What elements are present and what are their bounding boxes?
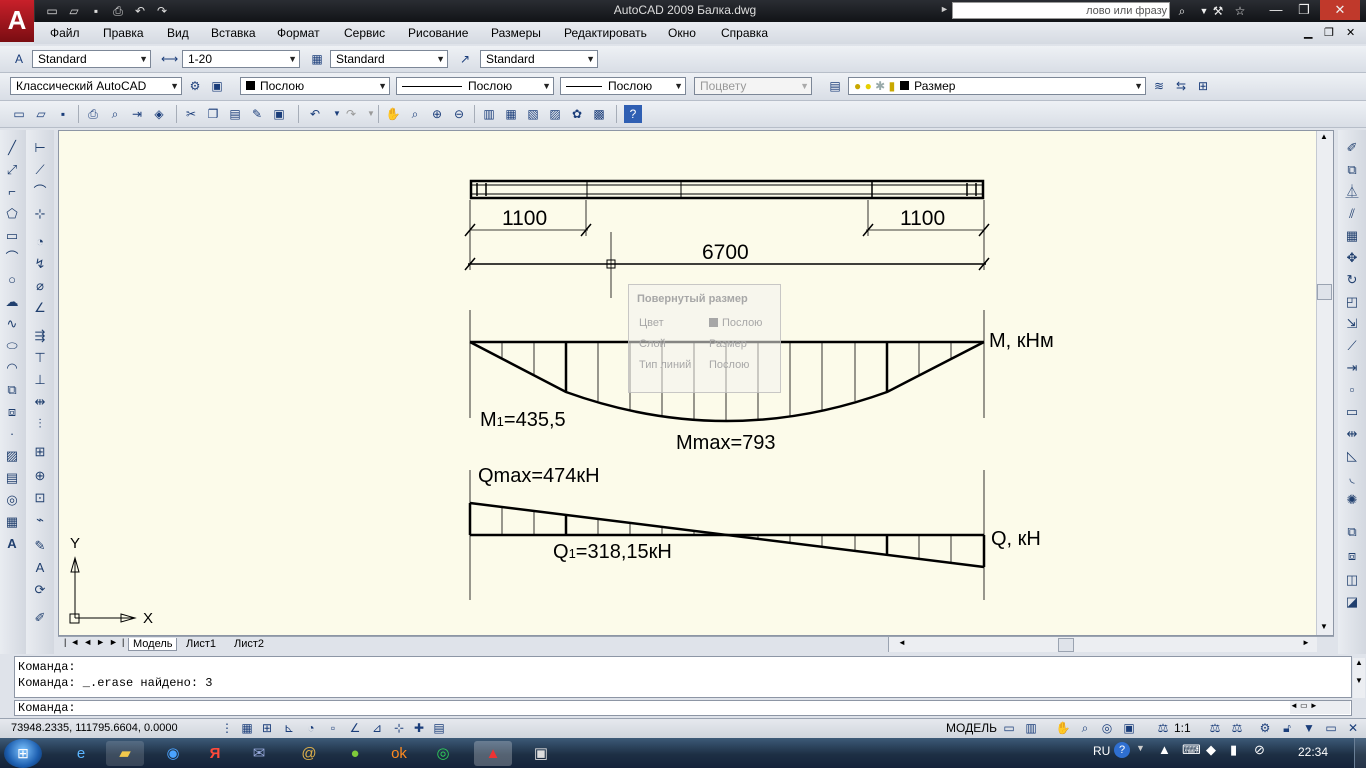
autocad-task-icon[interactable]: ▲ — [474, 741, 512, 766]
tab-model[interactable]: Модель — [128, 638, 178, 651]
ucs-y-label: Y — [70, 535, 81, 552]
shear-axis-label: Q, кН — [991, 528, 1041, 550]
command-scrollbar[interactable]: ▲ ▼ — [1353, 658, 1365, 698]
tooltip-title: Повернутый размер — [637, 293, 748, 305]
mmax-label: Mmax=793 — [676, 432, 776, 454]
quick-view-layouts-icon[interactable]: ▭ — [1000, 719, 1018, 737]
tray-arrow-icon[interactable]: ▲ — [1158, 742, 1171, 757]
language-indicator[interactable]: RU — [1093, 744, 1110, 758]
infer-constraints-icon[interactable]: ⋮ — [218, 719, 236, 737]
messenger-icon[interactable]: ● — [336, 741, 374, 766]
tooltip-value: Размер — [709, 338, 747, 350]
workspace-switch-icon[interactable]: ⚙ — [1256, 719, 1274, 737]
command-history: Команда: Команда: _.erase найдено: 3 — [14, 656, 1352, 698]
at-icon[interactable]: @ — [290, 741, 328, 766]
quick-properties-icon[interactable]: ▤ — [430, 719, 448, 737]
grid-display-icon[interactable]: ⊞ — [258, 719, 276, 737]
snap-mode-icon[interactable]: ▦ — [238, 719, 256, 737]
beam-drawing — [69, 179, 990, 624]
dynamic-ucs-icon[interactable]: ⊿ — [368, 719, 386, 737]
horizontal-scroll-thumb[interactable] — [1058, 638, 1074, 652]
tray-expand-icon[interactable]: ▼ — [1136, 743, 1145, 753]
scroll-right-icon[interactable]: ► — [1302, 638, 1310, 647]
object-snap-icon[interactable]: ▫ — [324, 719, 342, 737]
tooltip-key: Тип линий — [639, 359, 692, 371]
showmotion-icon[interactable]: ▣ — [1120, 719, 1138, 737]
odnoklassniki-icon[interactable]: ok — [380, 741, 418, 766]
polar-tracking-icon[interactable]: ◔ — [302, 719, 320, 737]
model-space-button[interactable]: МОДЕЛЬ — [946, 721, 997, 735]
clean-screen-icon[interactable]: ▭ — [1322, 719, 1340, 737]
lock-ui-icon[interactable]: 🔓︎ — [1278, 719, 1296, 737]
dim-text-left: 1100 — [502, 207, 548, 230]
annotation-scale-value[interactable]: 1:1 — [1174, 721, 1191, 735]
command-history-line: Команда: — [18, 660, 76, 674]
keyboard-tray-icon[interactable]: ⌨ — [1182, 742, 1201, 758]
dim-text-total: 6700 — [702, 241, 749, 264]
tooltip-color-swatch — [709, 318, 718, 327]
status-close-icon[interactable]: ✕ — [1344, 719, 1362, 737]
status-menu-icon[interactable]: ▼ — [1300, 719, 1318, 737]
mail-icon[interactable]: ✉ — [240, 741, 278, 766]
q1-label: Q1=318,15кН — [553, 541, 672, 563]
m1-label: M1=435,5 — [480, 409, 566, 431]
yandex-icon[interactable]: Я — [196, 741, 234, 766]
scroll-left-icon[interactable]: ◄ — [898, 638, 906, 647]
beam-outline — [469, 179, 985, 200]
tab-layout1[interactable]: Лист1 — [186, 638, 216, 650]
camera-task-icon[interactable]: ▣ — [522, 741, 560, 766]
clock[interactable]: 22:34 — [1298, 745, 1328, 759]
quick-view-drawings-icon[interactable]: ▥ — [1022, 719, 1040, 737]
command-history-line: Команда: _.erase найдено: 3 — [18, 676, 213, 690]
tooltip-value: Послою — [722, 317, 763, 329]
show-desktop-button[interactable] — [1354, 738, 1366, 768]
tab-navigation-arrows[interactable]: |◄◄►►| — [64, 637, 128, 647]
auto-scale-icon[interactable]: ⚖ — [1228, 719, 1246, 737]
dynamic-input-icon[interactable]: ⊹ — [390, 719, 408, 737]
browser-icon[interactable]: ◉ — [154, 741, 192, 766]
tooltip-value: Послою — [709, 359, 750, 371]
tooltip-key: Слой — [639, 338, 666, 350]
dim-text-right: 1100 — [900, 207, 946, 230]
moment-axis-label: М, кНм — [989, 330, 1054, 352]
object-snap-tracking-icon[interactable]: ∠ — [346, 719, 364, 737]
command-h-scrollbar[interactable]: ◄ ▭ ► — [1290, 701, 1350, 714]
horizontal-scrollbar[interactable] — [888, 637, 1317, 652]
command-input[interactable]: Команда: — [14, 700, 1352, 716]
ucs-x-label: X — [143, 610, 154, 627]
tooltip-key: Цвет — [639, 317, 664, 329]
app-icon[interactable]: ◎ — [424, 741, 462, 766]
pan-status-icon[interactable]: ✋ — [1054, 719, 1072, 737]
volume-muted-tray-icon[interactable]: ⊘ — [1254, 742, 1265, 758]
explorer-folder-icon[interactable]: ▰ — [106, 741, 144, 766]
shield-tray-icon[interactable]: ◆ — [1206, 742, 1216, 758]
start-button[interactable]: ⊞ — [4, 739, 42, 768]
internet-explorer-icon[interactable]: e — [62, 741, 100, 766]
steeringwheel-icon[interactable]: ◎ — [1098, 719, 1116, 737]
annotation-scale-icon[interactable]: ⚖ — [1154, 719, 1172, 737]
help-tray-icon[interactable]: ? — [1114, 742, 1130, 758]
zoom-status-icon[interactable]: ⌕ — [1076, 719, 1094, 737]
annotation-visibility-icon[interactable]: ⚖ — [1206, 719, 1224, 737]
network-tray-icon[interactable]: ▮ — [1230, 742, 1237, 758]
qmax-label: Qmax=474кН — [478, 465, 600, 487]
show-lineweight-icon[interactable]: ✚ — [410, 719, 428, 737]
ortho-mode-icon[interactable]: ⊾ — [280, 719, 298, 737]
tab-layout2[interactable]: Лист2 — [234, 638, 264, 650]
coordinates-readout[interactable]: 73948.2335, 111795.6604, 0.0000 — [11, 722, 178, 734]
